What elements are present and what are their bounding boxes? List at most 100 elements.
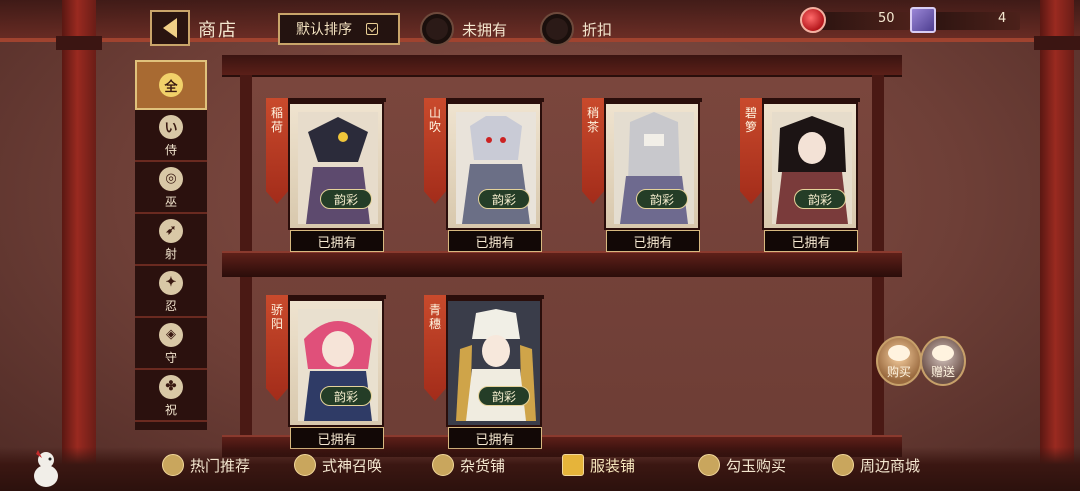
- buy-button[interactable]: 购买: [876, 336, 922, 386]
- sidebar-item-label: 侍: [164, 142, 177, 157]
- magatama-icon: [698, 454, 720, 476]
- left-pillar-cap: [56, 36, 102, 50]
- filter-discount-label: 折扣: [582, 20, 613, 39]
- nav-label: 杂货铺: [460, 456, 506, 475]
- tomoe-icon: [162, 454, 184, 476]
- ticket-currency[interactable]: 4: [910, 7, 1020, 33]
- portrait-frame: 韵彩: [762, 102, 858, 230]
- chevron-down-icon: [366, 23, 378, 35]
- nav-magatama-purchase[interactable]: 勾玉购买: [698, 454, 786, 476]
- guardian-icon: ◈: [159, 322, 183, 347]
- skin-badge: 韵彩: [478, 386, 530, 406]
- sidebar-item-samurai[interactable]: い 侍: [135, 112, 207, 162]
- gift-button[interactable]: 赠送: [920, 336, 966, 386]
- gift-label: 赠送: [930, 365, 955, 379]
- cat-face-icon: [294, 454, 316, 476]
- nav-general-store[interactable]: 杂货铺: [432, 454, 505, 476]
- nav-label: 勾玉购买: [726, 456, 787, 475]
- filter-discount[interactable]: 折扣: [540, 12, 612, 46]
- portrait-frame: 韵彩: [604, 102, 700, 230]
- item-name: 骄阳: [270, 303, 283, 331]
- page-title: 商店: [198, 20, 238, 41]
- owned-label: 已拥有: [764, 230, 858, 252]
- shop-item-card[interactable]: 青穗 韵彩 已拥有: [424, 295, 544, 455]
- merch-icon: [832, 454, 854, 476]
- sidebar-item-label: 忍: [164, 298, 177, 313]
- sidebar-item-blessing[interactable]: ✤ 祝: [135, 372, 207, 422]
- nav-label: 周边商城: [860, 456, 921, 475]
- cabinet-top: [222, 55, 902, 77]
- right-pillar: [1040, 0, 1074, 491]
- right-pillar-cap: [1034, 36, 1080, 50]
- buy-label: 购买: [886, 365, 911, 379]
- skin-badge: 韵彩: [320, 189, 372, 209]
- nav-summon[interactable]: 式神召唤: [294, 454, 382, 476]
- sidebar-item-label: 射: [164, 246, 177, 261]
- shop-item-card[interactable]: 骄阳 韵彩 已拥有: [266, 295, 386, 455]
- shop-scene: 商店 默认排序 未拥有 折扣 50 4 全 い 侍 ◎ 巫 ➶ 射 ✦ 忍 ◈ …: [0, 0, 1080, 491]
- sidebar-item-priestess[interactable]: ◎ 巫: [135, 164, 207, 214]
- owned-label: 已拥有: [290, 427, 384, 449]
- sidebar-item-label: 巫: [164, 194, 177, 209]
- name-tag: 青穗: [424, 295, 446, 401]
- mascot-icon: [34, 450, 58, 487]
- nav-costume-store[interactable]: 服装铺: [562, 454, 635, 476]
- item-name: 山吹: [428, 106, 441, 134]
- item-name: 稲荷: [270, 106, 283, 134]
- nav-label: 热门推荐: [190, 456, 251, 475]
- skin-badge: 韵彩: [794, 189, 846, 209]
- sidebar-item-all[interactable]: 全: [135, 60, 207, 110]
- portrait-frame: 韵彩: [446, 102, 542, 230]
- sidebar-item-archer[interactable]: ➶ 射: [135, 216, 207, 266]
- shop-item-card[interactable]: 山吹 韵彩 已拥有: [424, 98, 544, 258]
- name-tag: 骄阳: [266, 295, 288, 401]
- cat-icon: [888, 345, 910, 361]
- radio-icon: [420, 12, 454, 46]
- sidebar-item-guardian[interactable]: ◈ 守: [135, 320, 207, 370]
- left-pillar: [62, 0, 96, 491]
- back-button[interactable]: [150, 10, 190, 46]
- filter-not-owned-label: 未拥有: [462, 20, 508, 39]
- ninja-icon: ✦: [159, 270, 183, 295]
- skin-badge: 韵彩: [320, 386, 372, 406]
- sort-dropdown[interactable]: 默认排序: [278, 13, 400, 45]
- gift-icon: [932, 345, 954, 361]
- portrait-frame: 韵彩: [288, 102, 384, 230]
- portrait-frame: 韵彩: [446, 299, 542, 427]
- ticket-amount: 4: [998, 11, 1007, 26]
- nav-hot-recommend[interactable]: 热门推荐: [162, 454, 250, 476]
- shop-item-card[interactable]: 稲荷 韵彩 已拥有: [266, 98, 386, 258]
- archer-icon: ➶: [159, 218, 183, 243]
- filter-not-owned[interactable]: 未拥有: [420, 12, 507, 46]
- jade-currency[interactable]: 50: [800, 7, 910, 33]
- radio-icon: [540, 12, 574, 46]
- name-tag: 山吹: [424, 98, 446, 204]
- shop-item-card[interactable]: 碧箩 韵彩 已拥有: [740, 98, 860, 258]
- portrait-frame: 韵彩: [288, 299, 384, 427]
- name-tag: 稍茶: [582, 98, 604, 204]
- shop-item-card[interactable]: 稍茶 韵彩 已拥有: [582, 98, 702, 258]
- owned-label: 已拥有: [448, 230, 542, 252]
- chevron-left-icon: [163, 18, 177, 38]
- jade-icon: [800, 7, 826, 33]
- owned-label: 已拥有: [606, 230, 700, 252]
- name-tag: 稲荷: [266, 98, 288, 204]
- skin-badge: 韵彩: [636, 189, 688, 209]
- item-name: 稍茶: [586, 106, 599, 134]
- owned-label: 已拥有: [448, 427, 542, 449]
- jade-amount: 50: [878, 11, 895, 26]
- category-sidebar: 全 い 侍 ◎ 巫 ➶ 射 ✦ 忍 ◈ 守 ✤ 祝: [131, 60, 211, 430]
- owned-label: 已拥有: [290, 230, 384, 252]
- nav-label: 服装铺: [590, 456, 636, 475]
- name-tag: 碧箩: [740, 98, 762, 204]
- sort-label: 默认排序: [296, 22, 352, 38]
- bottle-icon: [432, 454, 454, 476]
- sidebar-item-label: 祝: [164, 402, 177, 417]
- sidebar-item-ninja[interactable]: ✦ 忍: [135, 268, 207, 318]
- all-icon: 全: [159, 73, 183, 97]
- item-name: 青穗: [428, 303, 441, 331]
- nav-label: 式神召唤: [322, 456, 383, 475]
- skin-badge: 韵彩: [478, 189, 530, 209]
- item-name: 碧箩: [744, 106, 757, 134]
- nav-merch-store[interactable]: 周边商城: [832, 454, 920, 476]
